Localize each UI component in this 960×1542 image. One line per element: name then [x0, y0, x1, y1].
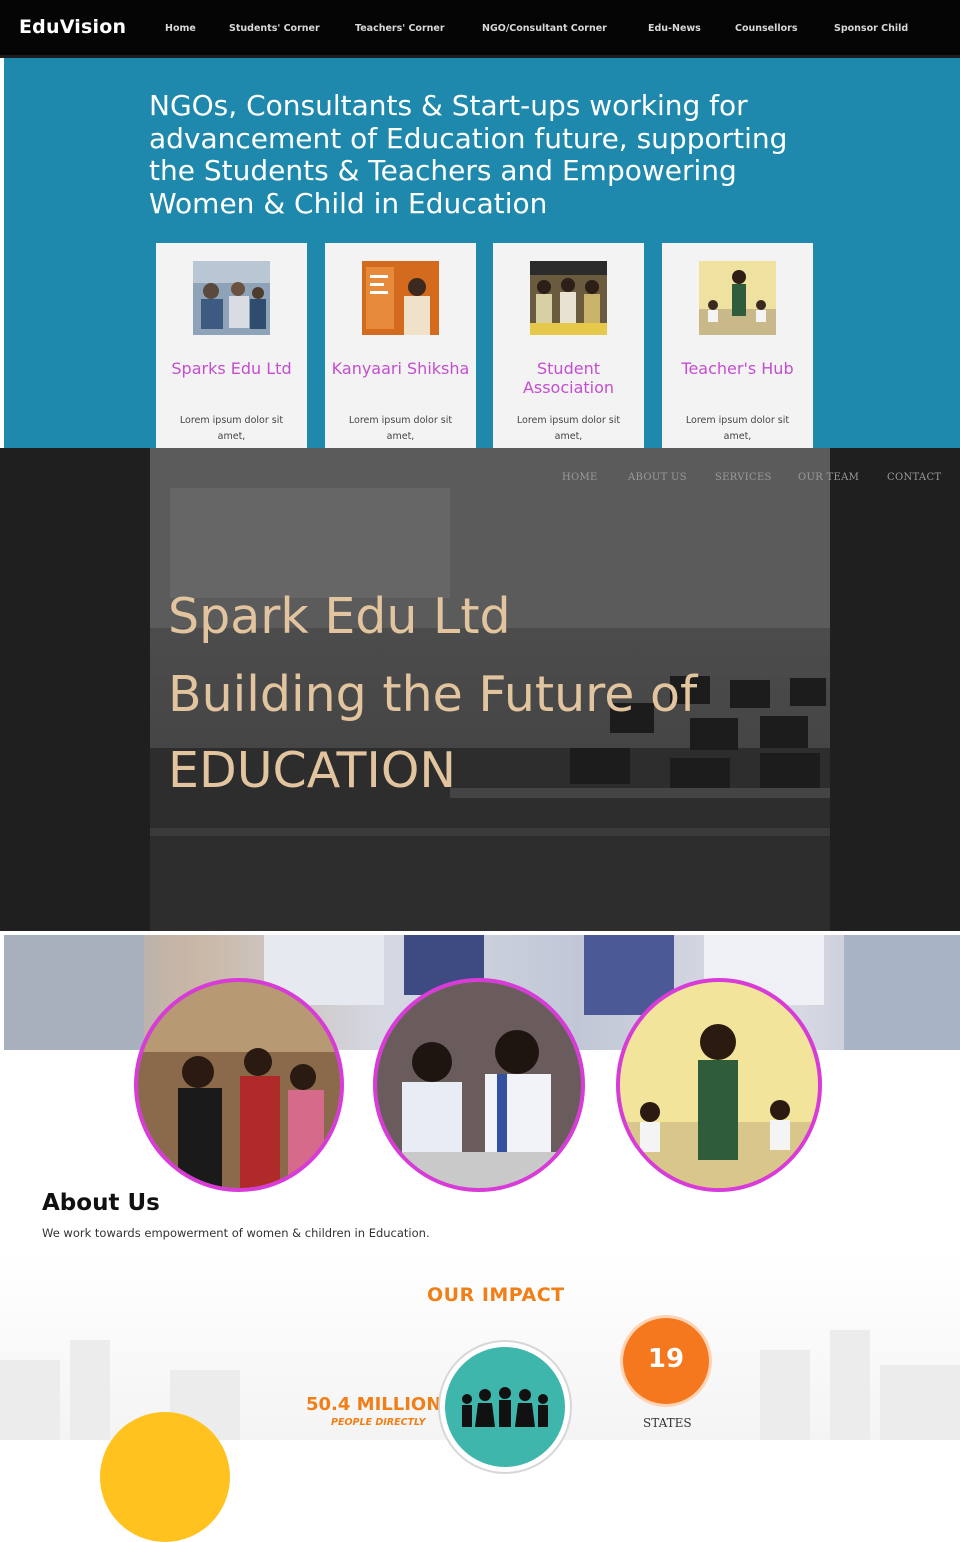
teacher-classroom-photo: [616, 978, 822, 1192]
spark-nav-our-team[interactable]: OUR TEAM: [798, 472, 859, 483]
spark-nav-home[interactable]: HOME: [562, 472, 598, 483]
spark-headline-3: EDUCATION: [168, 742, 457, 799]
spark-nav-contact[interactable]: CONTACT: [887, 472, 941, 483]
people-impact-value: 50.4 MILLION: [306, 1394, 442, 1415]
brand-logo[interactable]: EduVision: [19, 16, 126, 38]
card-description: Lorem ipsum dolor sit amet,: [179, 415, 284, 442]
kanyaari-shiksha-image: [362, 261, 439, 335]
card-title: Student Association: [522, 359, 615, 397]
students-writing-photo: [373, 978, 585, 1192]
people-impact-label: PEOPLE DIRECTLY: [331, 1417, 426, 1428]
sparks-edu-image: [193, 261, 270, 335]
student-association-image: [530, 261, 607, 335]
teachers-hub-image: [699, 261, 776, 335]
spark-nav-services[interactable]: SERVICES: [715, 472, 772, 483]
org-card-sparks-edu[interactable]: Sparks Edu Ltd Lorem ipsum dolor sit ame…: [156, 243, 307, 448]
top-navbar: EduVision Home Students' Corner Teachers…: [0, 0, 960, 58]
spark-headline-2: Building the Future of: [168, 666, 698, 723]
nav-home[interactable]: Home: [165, 23, 196, 34]
card-description: Lorem ipsum dolor sit amet,: [516, 415, 621, 442]
spark-nav-about-us[interactable]: ABOUT US: [628, 472, 687, 483]
card-title: Teacher's Hub: [681, 359, 794, 378]
nav-students-corner[interactable]: Students' Corner: [229, 23, 320, 34]
card-title: Sparks Edu Ltd: [171, 359, 292, 378]
impact-yellow-badge: [100, 1412, 230, 1542]
card-description: Lorem ipsum dolor sit amet,: [685, 415, 790, 442]
nav-teachers-corner[interactable]: Teachers' Corner: [355, 23, 445, 34]
org-card-kanyaari-shiksha[interactable]: Kanyaari Shiksha Lorem ipsum dolor sit a…: [325, 243, 476, 448]
org-card-student-association[interactable]: Student Association Lorem ipsum dolor si…: [493, 243, 644, 448]
people-group-icon: [462, 1387, 548, 1427]
states-label: STATES: [643, 1416, 692, 1430]
women-gathering-photo: [134, 978, 344, 1192]
states-value: 19: [647, 1344, 685, 1374]
card-description: Lorem ipsum dolor sit amet,: [348, 415, 453, 442]
about-us-text: We work towards empowerment of women & c…: [42, 1226, 430, 1240]
nav-sponsor-child[interactable]: Sponsor Child: [834, 23, 908, 34]
nav-edu-news[interactable]: Edu-News: [648, 23, 701, 34]
org-card-teachers-hub[interactable]: Teacher's Hub Lorem ipsum dolor sit amet…: [662, 243, 813, 448]
spark-headline-1: Spark Edu Ltd: [168, 588, 511, 645]
nav-ngo-consultant-corner[interactable]: NGO/Consultant Corner: [482, 23, 607, 34]
spark-edu-section: HOME ABOUT US SERVICES OUR TEAM CONTACT …: [0, 448, 960, 931]
people-icon-badge: [440, 1342, 570, 1472]
hero-title: NGOs, Consultants & Start-ups working fo…: [149, 89, 788, 220]
nav-counsellors[interactable]: Counsellors: [735, 23, 798, 34]
impact-heading: OUR IMPACT: [427, 1284, 565, 1306]
card-title: Kanyaari Shiksha: [331, 359, 470, 378]
states-badge: 19: [623, 1318, 709, 1404]
hero-section: NGOs, Consultants & Start-ups working fo…: [4, 58, 960, 448]
about-us-heading: About Us: [42, 1190, 160, 1216]
